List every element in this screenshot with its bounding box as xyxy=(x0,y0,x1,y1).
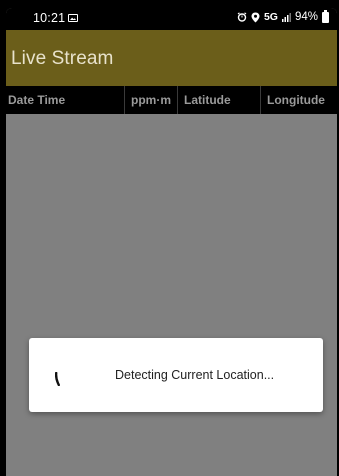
app-bar: Live Stream xyxy=(6,30,337,86)
progress-dialog: Detecting Current Location... xyxy=(29,338,323,412)
column-header-date-time[interactable]: Date Time xyxy=(6,86,124,114)
table-header: Date Time ppm·m Latitude Longitude xyxy=(6,86,337,114)
dialog-message: Detecting Current Location... xyxy=(115,368,275,382)
device-frame: 10:21 5G 94% Live Stream Date Time ppm·m… xyxy=(0,0,339,476)
location-icon xyxy=(251,12,260,22)
battery-icon xyxy=(322,9,329,23)
loading-spinner-icon xyxy=(55,372,60,386)
column-header-ppm-m[interactable]: ppm·m xyxy=(124,86,177,114)
alarm-icon xyxy=(237,12,247,22)
page-title: Live Stream xyxy=(11,48,114,69)
image-icon xyxy=(68,14,78,22)
network-label: 5G xyxy=(263,11,278,23)
battery-percent: 94% xyxy=(294,11,318,23)
signal-icon xyxy=(281,12,291,22)
screen: 10:21 5G 94% Live Stream Date Time ppm·m… xyxy=(6,8,337,476)
column-header-longitude[interactable]: Longitude xyxy=(260,86,337,114)
status-bar: 10:21 5G 94% xyxy=(6,8,337,30)
status-icons: 5G 94% xyxy=(237,9,329,23)
status-time: 10:21 xyxy=(33,11,66,25)
column-header-latitude[interactable]: Latitude xyxy=(177,86,260,114)
